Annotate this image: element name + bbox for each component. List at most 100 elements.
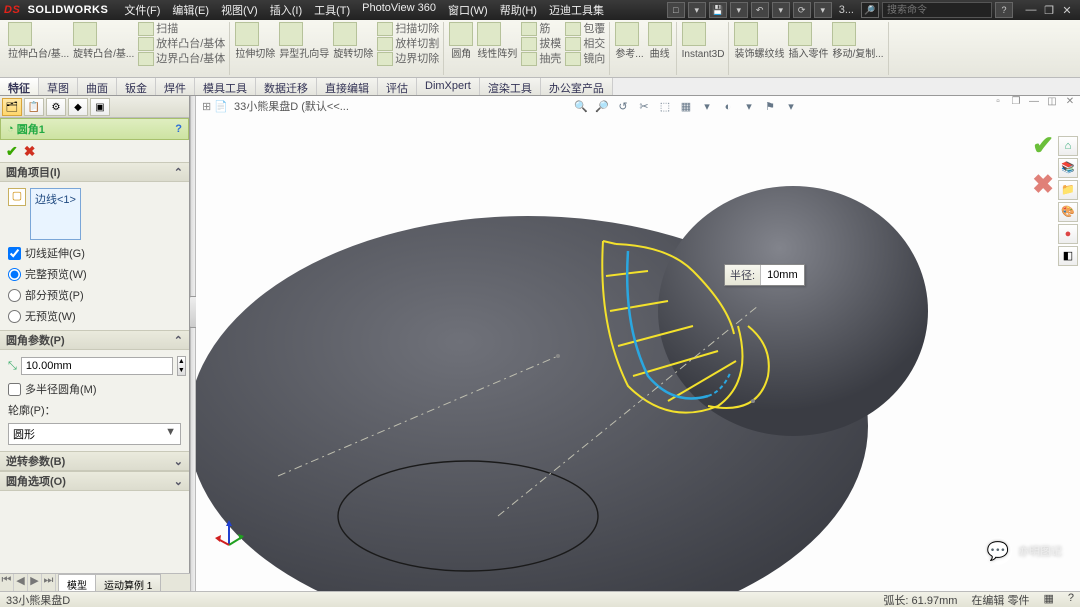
help-icon[interactable]: ?: [995, 2, 1013, 18]
tab-surface[interactable]: 曲面: [78, 78, 117, 95]
callout-value[interactable]: 10mm: [761, 267, 804, 283]
loft-cut-button[interactable]: 放样切割: [377, 37, 439, 51]
reference-geom-button[interactable]: 参考...: [615, 22, 643, 60]
menu-edit[interactable]: 编辑(E): [166, 2, 215, 18]
edge-select-icon[interactable]: ▢: [8, 188, 26, 206]
menu-maidi[interactable]: 迈迪工具集: [543, 2, 610, 18]
loft-button[interactable]: 放样凸台/基体: [138, 37, 225, 51]
panel-tab-property-icon[interactable]: 📋: [24, 98, 44, 116]
tab-moldtools[interactable]: 模具工具: [195, 78, 256, 95]
tab-model[interactable]: 模型: [58, 574, 96, 591]
tab-prev-icon[interactable]: ◀: [14, 574, 28, 591]
sweep-cut-button[interactable]: 扫描切除: [377, 22, 439, 36]
qat-open-icon[interactable]: ▾: [688, 2, 706, 18]
tab-sketch[interactable]: 草图: [39, 78, 78, 95]
close-icon[interactable]: ✕: [1058, 4, 1076, 17]
extrude-boss-button[interactable]: 拉伸凸台/基...: [8, 22, 69, 66]
wrap-button[interactable]: 包覆: [565, 22, 605, 36]
boundary-button[interactable]: 边界凸台/基体: [138, 52, 225, 66]
panel-tab-display-icon[interactable]: ▣: [90, 98, 110, 116]
spinner-arrows[interactable]: ▲▼: [177, 356, 186, 376]
taskpane-custom-icon[interactable]: ◧: [1058, 246, 1078, 266]
tab-evaluate[interactable]: 评估: [378, 78, 417, 95]
menu-file[interactable]: 文件(F): [118, 2, 166, 18]
full-preview-radio[interactable]: 完整预览(W): [8, 266, 181, 282]
shell-button[interactable]: 抽壳: [521, 52, 561, 66]
taskpane-palette-icon[interactable]: 🎨: [1058, 202, 1078, 222]
tab-office[interactable]: 办公室产品: [541, 78, 613, 95]
hole-wizard-button[interactable]: 异型孔向导: [279, 22, 329, 66]
tab-sheetmetal[interactable]: 钣金: [117, 78, 156, 95]
tab-render[interactable]: 渲染工具: [480, 78, 541, 95]
menu-view[interactable]: 视图(V): [215, 2, 264, 18]
section-items-header[interactable]: 圆角项目(I) ⌃: [0, 162, 189, 182]
graphics-viewport[interactable]: ⊞ 📄 33小熊果盘D (默认<<... 🔍 🔎 ↺ ✂ ⬚ ▦ ▾ ◐ ▾ ⚑…: [196, 96, 1080, 591]
tab-last-icon[interactable]: ⏭: [42, 574, 56, 591]
boundary-cut-button[interactable]: 边界切除: [377, 52, 439, 66]
qat-options-icon[interactable]: ▾: [814, 2, 832, 18]
panel-tab-dim-icon[interactable]: ◆: [68, 98, 88, 116]
tab-directedit[interactable]: 直接编辑: [317, 78, 378, 95]
qat-new-icon[interactable]: □: [667, 2, 685, 18]
tab-motion-study[interactable]: 运动算例 1: [95, 574, 161, 591]
mirror-button[interactable]: 镜向: [565, 52, 605, 66]
curves-button[interactable]: 曲线: [648, 22, 672, 60]
no-preview-radio[interactable]: 无预览(W): [8, 308, 181, 324]
qat-undo-icon[interactable]: ↶: [751, 2, 769, 18]
tab-next-icon[interactable]: ▶: [28, 574, 42, 591]
panel-tab-featuretree-icon[interactable]: 🗂: [2, 98, 22, 116]
status-custom-icon[interactable]: ?: [1068, 592, 1074, 608]
multi-radius-checkbox[interactable]: 多半径圆角(M): [8, 381, 181, 397]
qat-save-icon[interactable]: 💾: [709, 2, 727, 18]
tab-datamigration[interactable]: 数据迁移: [256, 78, 317, 95]
maximize-icon[interactable]: ❐: [1040, 4, 1058, 17]
radius-callout[interactable]: 半径: 10mm: [724, 264, 805, 286]
tab-weldment[interactable]: 焊件: [156, 78, 195, 95]
radius-input[interactable]: [21, 357, 173, 375]
cosmetic-thread-button[interactable]: 装饰螺纹线: [734, 22, 784, 60]
tab-features[interactable]: 特征: [0, 78, 39, 95]
section-params-header[interactable]: 圆角参数(P) ⌃: [0, 330, 189, 350]
status-units-icon[interactable]: ▦: [1043, 592, 1053, 608]
orientation-triad-icon[interactable]: [214, 517, 244, 547]
revolve-cut-button[interactable]: 旋转切除: [333, 22, 373, 66]
extrude-cut-button[interactable]: 拉伸切除: [235, 22, 275, 66]
rib-button[interactable]: 筋: [521, 22, 561, 36]
intersect-button[interactable]: 相交: [565, 37, 605, 51]
tab-first-icon[interactable]: ⏮: [0, 574, 14, 591]
confirm-cancel-icon[interactable]: ✖: [1032, 169, 1054, 200]
edge-selection-list[interactable]: 边线<1>: [30, 188, 81, 240]
instant3d-button[interactable]: Instant3D: [682, 22, 725, 60]
partial-preview-radio[interactable]: 部分预览(P): [8, 287, 181, 303]
tangent-prop-checkbox[interactable]: 切线延伸(G): [8, 245, 181, 261]
draft-button[interactable]: 拔模: [521, 37, 561, 51]
linear-pattern-button[interactable]: 线性阵列: [477, 22, 517, 66]
command-search-input[interactable]: [882, 2, 992, 18]
menu-insert[interactable]: 插入(I): [264, 2, 308, 18]
profile-combo[interactable]: 圆形▼: [8, 423, 181, 445]
qat-redo-icon[interactable]: ▾: [772, 2, 790, 18]
menu-help[interactable]: 帮助(H): [494, 2, 543, 18]
taskpane-explorer-icon[interactable]: 📁: [1058, 180, 1078, 200]
taskpane-resources-icon[interactable]: ⌂: [1058, 136, 1078, 156]
insert-part-button[interactable]: 插入零件: [788, 22, 828, 60]
move-copy-button[interactable]: 移动/复制...: [832, 22, 883, 60]
cancel-button[interactable]: ✖: [24, 143, 36, 160]
qat-print-icon[interactable]: ▾: [730, 2, 748, 18]
taskpane-appearance-icon[interactable]: ●: [1058, 224, 1078, 244]
menu-tools[interactable]: 工具(T): [308, 2, 356, 18]
qat-rebuild-icon[interactable]: ⟳: [793, 2, 811, 18]
model-canvas[interactable]: [196, 96, 1080, 591]
revolve-boss-button[interactable]: 旋转凸台/基...: [73, 22, 134, 66]
confirm-ok-icon[interactable]: ✔: [1032, 130, 1054, 161]
help-question-icon[interactable]: ?: [175, 123, 182, 135]
menu-window[interactable]: 窗口(W): [442, 2, 494, 18]
tab-dimxpert[interactable]: DimXpert: [417, 78, 480, 95]
section-reverse-header[interactable]: 逆转参数(B) ⌄: [0, 451, 189, 471]
search-flag-icon[interactable]: 🔎: [861, 2, 879, 18]
minimize-icon[interactable]: —: [1022, 4, 1040, 17]
section-options-header[interactable]: 圆角选项(O) ⌄: [0, 471, 189, 491]
panel-tab-config-icon[interactable]: ⚙: [46, 98, 66, 116]
menu-photoview[interactable]: PhotoView 360: [356, 2, 442, 18]
sweep-button[interactable]: 扫描: [138, 22, 225, 36]
